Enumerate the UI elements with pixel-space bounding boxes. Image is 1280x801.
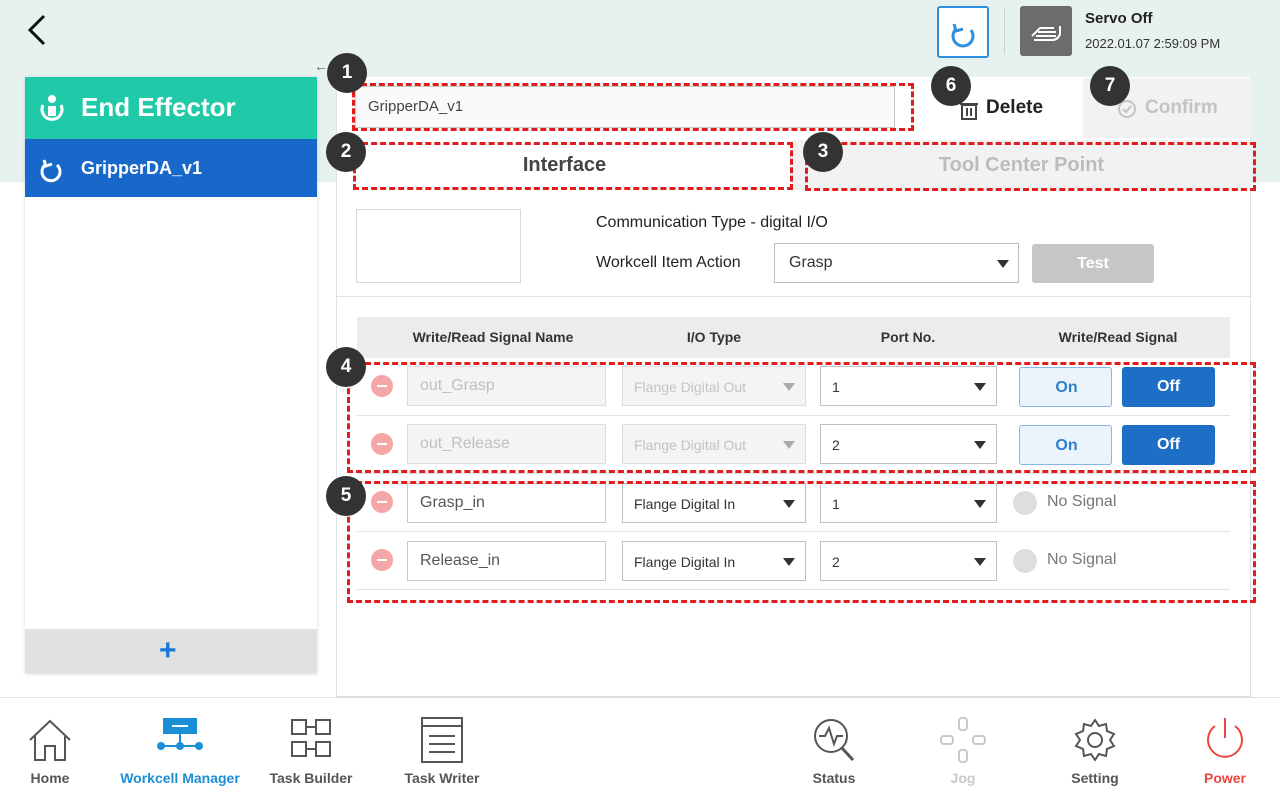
nav-workcell-manager[interactable]: Workcell Manager <box>115 698 245 798</box>
callout-box-2 <box>353 142 793 190</box>
callout-badge-3: 3 <box>803 132 843 172</box>
callout-box-5 <box>347 481 1256 603</box>
nav-task-writer[interactable]: Task Writer <box>377 698 507 798</box>
add-end-effector-button[interactable]: + <box>25 629 317 673</box>
row-divider <box>357 473 1230 474</box>
nav-status-label: Status <box>812 770 856 786</box>
callout-badge-6: 6 <box>931 66 971 106</box>
end-effector-header: End Effector <box>25 77 317 139</box>
nav-task-builder-label: Task Builder <box>269 770 353 786</box>
nav-task-builder[interactable]: Task Builder <box>246 698 376 798</box>
gear-icon <box>1074 718 1116 762</box>
nav-home[interactable]: Home <box>0 698 115 798</box>
back-arrow-icon <box>27 14 46 46</box>
back-button[interactable] <box>22 12 54 48</box>
nav-jog-label: Jog <box>950 770 976 786</box>
gripper-icon <box>40 95 64 121</box>
servo-hand-indicator <box>1020 6 1072 56</box>
nav-setting-label: Setting <box>1071 770 1119 786</box>
callout-badge-1: 1 <box>327 53 367 93</box>
column-header-io-type: I/O Type <box>686 329 742 345</box>
servo-status-text: Servo Off <box>1085 10 1153 27</box>
servo-power-icon <box>951 23 975 48</box>
nav-workcell-manager-label: Workcell Manager <box>120 770 240 786</box>
test-button[interactable]: Test <box>1032 244 1154 283</box>
sidebar-item-label: GripperDA_v1 <box>81 158 203 178</box>
callout-box-1 <box>352 83 914 131</box>
status-icon <box>814 719 855 762</box>
column-header-port-no: Port No. <box>880 329 936 345</box>
chevron-down-icon <box>997 260 1009 268</box>
callout-badge-7: 7 <box>1090 66 1130 106</box>
nav-status[interactable]: Status <box>769 698 899 798</box>
task-builder-icon <box>291 719 331 757</box>
gripper-image-placeholder <box>356 209 521 283</box>
home-icon <box>29 719 71 761</box>
section-divider <box>337 296 1251 297</box>
column-header-signal-name: Write/Read Signal Name <box>412 329 574 345</box>
hand-icon <box>1031 26 1061 41</box>
nav-jog[interactable]: Jog <box>898 698 1028 798</box>
nav-home-label: Home <box>30 770 70 786</box>
nav-power-label: Power <box>1203 770 1246 786</box>
callout-badge-2: 2 <box>326 132 366 172</box>
bottom-navigation: Home Workcell Manager Task Builder Task … <box>0 697 1280 801</box>
sidebar-item-gripperda-v1[interactable]: GripperDA_v1 <box>25 139 317 197</box>
confirm-label: Confirm <box>1145 97 1218 118</box>
delete-label: Delete <box>986 97 1044 118</box>
gripper-item-icon <box>40 159 62 183</box>
task-writer-icon <box>421 717 463 763</box>
communication-type-text: Communication Type - digital I/O <box>596 214 828 231</box>
callout-box-4 <box>347 362 1256 473</box>
callout-badge-5: 5 <box>326 476 366 516</box>
plus-icon: + <box>159 634 177 667</box>
power-icon <box>1207 718 1243 758</box>
servo-timestamp: 2022.01.07 2:59:09 PM <box>1085 36 1221 51</box>
collapse-arrow-icon[interactable]: ← <box>314 58 328 74</box>
nav-setting[interactable]: Setting <box>1030 698 1160 798</box>
trash-icon <box>960 103 978 120</box>
workcell-item-action-select[interactable]: Grasp <box>774 243 1019 283</box>
signal-table-header: Write/Read Signal Name I/O Type Port No.… <box>357 317 1230 358</box>
test-label: Test <box>1077 255 1109 272</box>
servo-toggle-button[interactable] <box>937 6 989 58</box>
header-separator <box>1004 8 1005 54</box>
jog-icon <box>940 717 986 763</box>
action-select-value: Grasp <box>789 254 833 271</box>
column-header-write-read-signal: Write/Read Signal <box>1058 329 1178 345</box>
callout-box-3 <box>805 142 1256 191</box>
callout-badge-4: 4 <box>326 347 366 387</box>
nav-power[interactable]: Power <box>1160 698 1280 798</box>
end-effector-panel: End Effector GripperDA_v1 + <box>25 77 317 673</box>
workcell-manager-icon <box>157 718 203 750</box>
nav-task-writer-label: Task Writer <box>404 770 480 786</box>
workcell-item-action-label: Workcell Item Action <box>596 254 741 271</box>
end-effector-title: End Effector <box>81 92 236 122</box>
